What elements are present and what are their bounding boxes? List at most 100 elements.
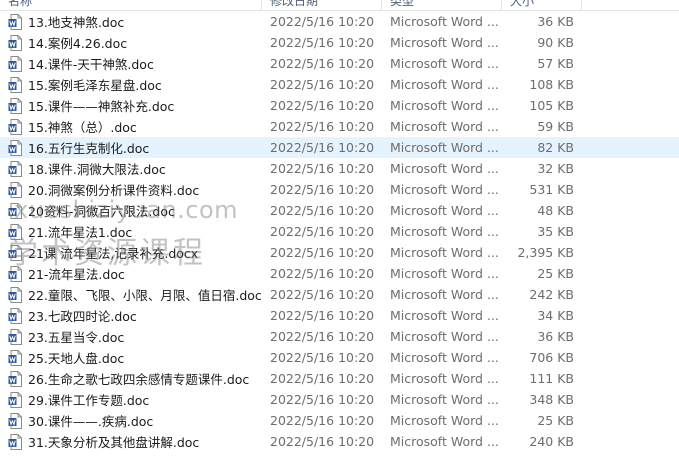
file-row[interactable]: 29.课件工作专题.doc 2022/5/16 10:20 Microsoft Wo… bbox=[0, 389, 679, 410]
file-name-cell[interactable]: 23.七政四时论.doc bbox=[0, 306, 262, 325]
file-row[interactable]: 21-流年星法.doc 2022/5/16 10:20 Microsoft Word… bbox=[0, 263, 679, 284]
column-header-size[interactable]: 大小 bbox=[502, 0, 582, 10]
file-row[interactable]: 25.天地人盘.doc 2022/5/16 10:20 Microsoft Word… bbox=[0, 347, 679, 368]
file-date: 2022/5/16 10:20 bbox=[270, 266, 375, 281]
file-type: Microsoft Word ... bbox=[390, 77, 499, 92]
file-row[interactable]: 23.七政四时论.doc 2022/5/16 10:20 Microsoft Wor… bbox=[0, 305, 679, 326]
file-size: 242 KB bbox=[529, 287, 574, 302]
file-date: 2022/5/16 10:20 bbox=[270, 350, 375, 365]
file-name: 14.案例4.26.doc bbox=[28, 36, 128, 51]
file-type: Microsoft Word ... bbox=[390, 392, 499, 407]
word-document-icon bbox=[8, 118, 22, 135]
file-date: 2022/5/16 10:20 bbox=[270, 119, 375, 134]
file-type: Microsoft Word ... bbox=[390, 434, 499, 449]
file-type: Microsoft Word ... bbox=[390, 308, 499, 323]
word-document-icon bbox=[8, 244, 22, 261]
file-name-cell[interactable]: 15.课件——神煞补充.doc bbox=[0, 96, 262, 115]
file-name: 16.五行生克制化.doc bbox=[28, 141, 150, 156]
column-header-bar: 名称 修改日期 类型 大小 bbox=[0, 0, 679, 11]
file-explorer-window: 名称 修改日期 类型 大小 13.地支神煞.doc 2022/5/16 10:20… bbox=[0, 0, 679, 456]
file-name: 15.神煞（总）.doc bbox=[28, 120, 137, 135]
file-size: 25 KB bbox=[537, 413, 574, 428]
file-row[interactable]: 15.课件——神煞补充.doc 2022/5/16 10:20 Microsoft … bbox=[0, 95, 679, 116]
file-row[interactable]: 14.课件-天干神煞.doc 2022/5/16 10:20 Microsoft W… bbox=[0, 53, 679, 74]
file-row[interactable]: 14.案例4.26.doc 2022/5/16 10:20 Microsoft Wo… bbox=[0, 32, 679, 53]
file-date: 2022/5/16 10:20 bbox=[270, 392, 375, 407]
word-document-icon bbox=[8, 265, 22, 282]
file-name: 15.课件——神煞补充.doc bbox=[28, 99, 175, 114]
file-size: 111 KB bbox=[529, 371, 574, 386]
file-row[interactable]: 16.五行生克制化.doc 2022/5/16 10:20 Microsoft Wo… bbox=[0, 137, 679, 158]
file-size: 706 KB bbox=[529, 350, 574, 365]
word-document-icon bbox=[8, 181, 22, 198]
word-document-icon bbox=[8, 391, 22, 408]
file-name-cell[interactable]: 15.神煞（总）.doc bbox=[0, 117, 262, 136]
file-date: 2022/5/16 10:20 bbox=[270, 14, 375, 29]
file-row[interactable]: 20.洞微案例分析课件资料.doc 2022/5/16 10:20 Microsof… bbox=[0, 179, 679, 200]
word-document-icon bbox=[8, 433, 22, 450]
file-row[interactable]: 21.流年星法1.doc 2022/5/16 10:20 Microsoft Wor… bbox=[0, 221, 679, 242]
file-row[interactable]: 23.五星当令.doc 2022/5/16 10:20 Microsoft Word… bbox=[0, 326, 679, 347]
file-size: 35 KB bbox=[537, 224, 574, 239]
word-document-icon bbox=[8, 349, 22, 366]
file-name: 22.童限、飞限、小限、月限、值日宿.doc bbox=[28, 288, 262, 303]
word-document-icon bbox=[8, 13, 22, 30]
file-row[interactable]: 21课 流年星法,记录补充.docx 2022/5/16 10:20 Microso… bbox=[0, 242, 679, 263]
word-document-icon bbox=[8, 328, 22, 345]
word-document-icon bbox=[8, 412, 22, 429]
file-row[interactable]: 22.童限、飞限、小限、月限、值日宿.doc 2022/5/16 10:20 Mic… bbox=[0, 284, 679, 305]
file-type: Microsoft Word ... bbox=[390, 119, 499, 134]
file-row[interactable]: 31.天象分析及其他盘讲解.doc 2022/5/16 10:20 Microsof… bbox=[0, 431, 679, 452]
file-size: 108 KB bbox=[529, 77, 574, 92]
file-name: 21.流年星法1.doc bbox=[28, 225, 133, 240]
file-name: 20资料-洞微百六限法.doc bbox=[28, 204, 175, 219]
file-name-cell[interactable]: 23.五星当令.doc bbox=[0, 327, 262, 346]
file-name-cell[interactable]: 29.课件工作专题.doc bbox=[0, 390, 262, 409]
word-document-icon bbox=[8, 286, 22, 303]
file-name-cell[interactable]: 26.生命之歌七政四余感情专题课件.doc bbox=[0, 369, 262, 388]
file-size: 48 KB bbox=[537, 203, 574, 218]
file-size: 2,395 KB bbox=[517, 245, 574, 260]
file-name: 14.课件-天干神煞.doc bbox=[28, 57, 154, 72]
column-header-date[interactable]: 修改日期 bbox=[262, 0, 382, 10]
file-size: 57 KB bbox=[537, 56, 574, 71]
file-date: 2022/5/16 10:20 bbox=[270, 371, 375, 386]
file-name-cell[interactable]: 20.洞微案例分析课件资料.doc bbox=[0, 180, 262, 199]
file-size: 240 KB bbox=[529, 434, 574, 449]
file-row[interactable]: 26.生命之歌七政四余感情专题课件.doc 2022/5/16 10:20 Micr… bbox=[0, 368, 679, 389]
file-name-cell[interactable]: 25.天地人盘.doc bbox=[0, 348, 262, 367]
file-row[interactable]: 13.地支神煞.doc 2022/5/16 10:20 Microsoft Word… bbox=[0, 11, 679, 32]
file-name-cell[interactable]: 21.流年星法1.doc bbox=[0, 222, 262, 241]
word-document-icon bbox=[8, 97, 22, 114]
file-name-cell[interactable]: 21-流年星法.doc bbox=[0, 264, 262, 283]
file-name-cell[interactable]: 16.五行生克制化.doc bbox=[0, 138, 262, 157]
file-name-cell[interactable]: 20资料-洞微百六限法.doc bbox=[0, 201, 262, 220]
file-name: 29.课件工作专题.doc bbox=[28, 393, 150, 408]
file-row[interactable]: 15.神煞（总）.doc 2022/5/16 10:20 Microsoft Wor… bbox=[0, 116, 679, 137]
file-name-cell[interactable]: 22.童限、飞限、小限、月限、值日宿.doc bbox=[0, 285, 262, 304]
column-header-name[interactable]: 名称 bbox=[0, 0, 262, 10]
file-row[interactable]: 18.课件.洞微大限法.doc 2022/5/16 10:20 Microsoft … bbox=[0, 158, 679, 179]
file-type: Microsoft Word ... bbox=[390, 329, 499, 344]
file-type: Microsoft Word ... bbox=[390, 413, 499, 428]
file-name-cell[interactable]: 14.课件-天干神煞.doc bbox=[0, 54, 262, 73]
file-name-cell[interactable]: 21课 流年星法,记录补充.docx bbox=[0, 243, 262, 262]
column-header-type[interactable]: 类型 bbox=[382, 0, 502, 10]
file-size: 531 KB bbox=[529, 182, 574, 197]
file-date: 2022/5/16 10:20 bbox=[270, 98, 375, 113]
file-date: 2022/5/16 10:20 bbox=[270, 287, 375, 302]
word-document-icon bbox=[8, 307, 22, 324]
file-name-cell[interactable]: 13.地支神煞.doc bbox=[0, 12, 262, 31]
file-date: 2022/5/16 10:20 bbox=[270, 140, 375, 155]
file-date: 2022/5/16 10:20 bbox=[270, 413, 375, 428]
file-row[interactable]: 15.案例毛泽东星盘.doc 2022/5/16 10:20 Microsoft W… bbox=[0, 74, 679, 95]
file-row[interactable]: 20资料-洞微百六限法.doc 2022/5/16 10:20 Microsoft … bbox=[0, 200, 679, 221]
file-name-cell[interactable]: 18.课件.洞微大限法.doc bbox=[0, 159, 262, 178]
file-row[interactable]: 30.课件——.疾病.doc 2022/5/16 10:20 Microsoft W… bbox=[0, 410, 679, 431]
file-name-cell[interactable]: 15.案例毛泽东星盘.doc bbox=[0, 75, 262, 94]
file-date: 2022/5/16 10:20 bbox=[270, 161, 375, 176]
file-name-cell[interactable]: 30.课件——.疾病.doc bbox=[0, 411, 262, 430]
file-name: 20.洞微案例分析课件资料.doc bbox=[28, 183, 200, 198]
file-name-cell[interactable]: 14.案例4.26.doc bbox=[0, 33, 262, 52]
file-name-cell[interactable]: 31.天象分析及其他盘讲解.doc bbox=[0, 432, 262, 451]
